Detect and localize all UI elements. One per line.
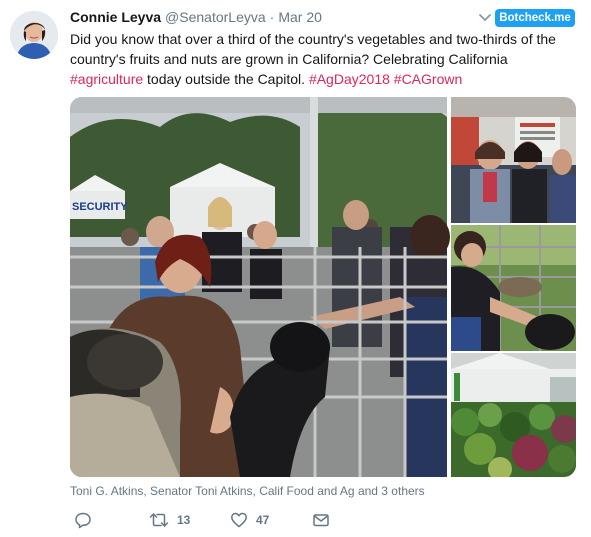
retweet-icon: [149, 513, 169, 527]
photo-top-right[interactable]: [451, 97, 576, 223]
tweet-header: Connie Leyva @SenatorLeyva · Mar 20: [70, 9, 322, 27]
media-grid: SECURITY: [70, 97, 576, 477]
dm-button[interactable]: [312, 510, 330, 530]
tweet-text-line-1: Did you know that over a third of the co…: [70, 31, 556, 47]
reply-icon: [75, 512, 91, 529]
photo-middle-right[interactable]: [451, 225, 576, 351]
header-separator: ·: [269, 9, 275, 25]
tweet-card[interactable]: Connie Leyva @SenatorLeyva · Mar 20 Botc…: [0, 0, 591, 537]
reply-button[interactable]: [74, 510, 92, 530]
tagged-people[interactable]: Toni G. Atkins, Senator Toni Atkins, Cal…: [70, 484, 425, 498]
retweet-button[interactable]: 13: [149, 510, 190, 530]
like-count: 47: [256, 513, 270, 527]
tweet-text-line-2: country's fruits and nuts are grown in C…: [70, 51, 508, 67]
botcheck-button[interactable]: Botcheck.me: [495, 9, 575, 27]
heart-icon: [231, 512, 247, 528]
photo-bottom-right[interactable]: [451, 353, 576, 477]
author-handle[interactable]: @SenatorLeyva: [165, 9, 266, 25]
photo-main[interactable]: SECURITY: [70, 97, 450, 477]
like-button[interactable]: 47: [230, 510, 269, 530]
envelope-icon: [313, 514, 329, 527]
tweet-text: Did you know that over a third of the co…: [70, 29, 578, 89]
hashtag-agriculture[interactable]: #agriculture: [70, 71, 143, 87]
author-name[interactable]: Connie Leyva: [70, 9, 161, 25]
tweet-timestamp[interactable]: Mar 20: [278, 9, 322, 25]
security-sign-text: SECURITY: [72, 201, 128, 213]
tweet-text-fragment: today outside the Capitol.: [143, 71, 309, 87]
hashtag-agday2018[interactable]: #AgDay2018: [309, 71, 390, 87]
chevron-down-icon[interactable]: [478, 13, 492, 23]
hashtag-cagrown[interactable]: #CAGrown: [394, 71, 462, 87]
avatar[interactable]: [10, 11, 58, 59]
retweet-count: 13: [177, 513, 191, 527]
tweet-text-line-3: #agriculture today outside the Capitol. …: [70, 69, 578, 89]
avatar-image: [10, 11, 58, 59]
